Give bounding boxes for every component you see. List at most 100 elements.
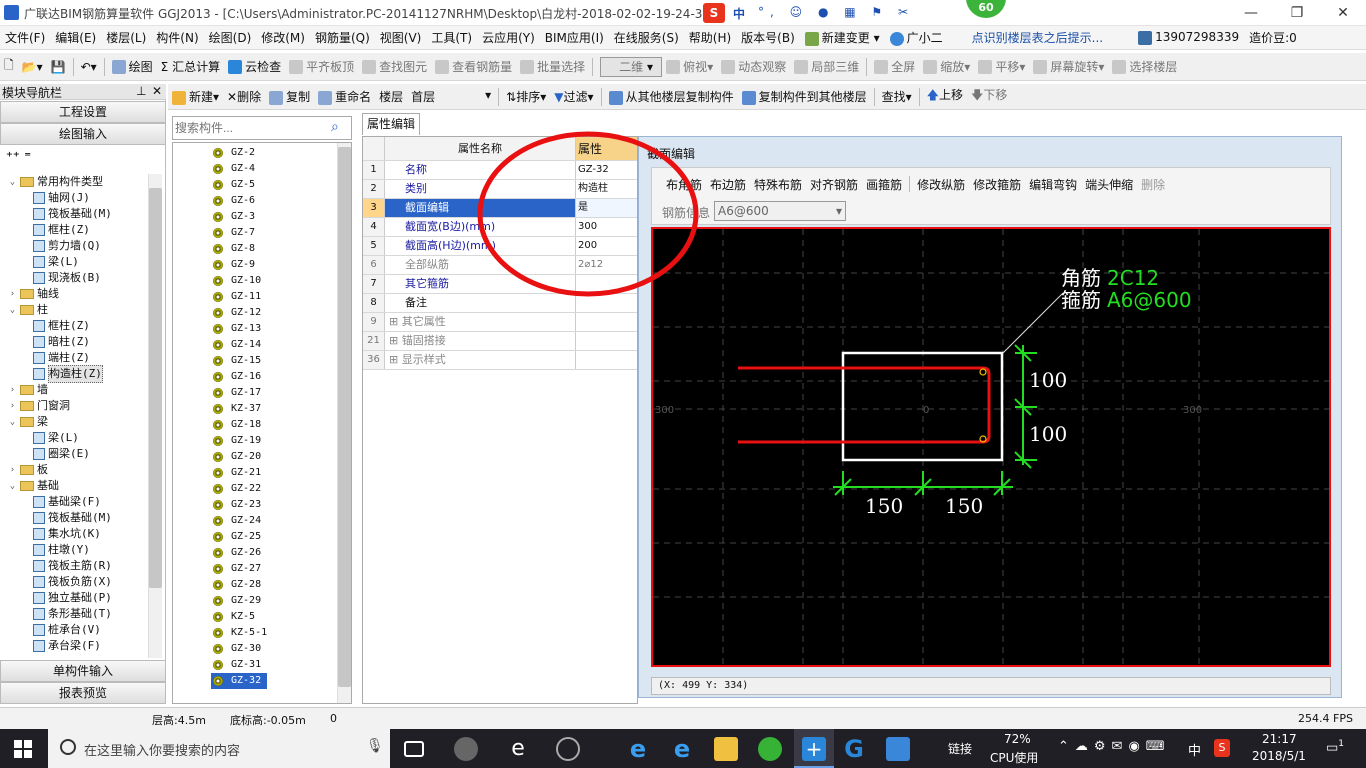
- copy-button[interactable]: 复制: [265, 88, 314, 105]
- app-box-icon[interactable]: [886, 737, 910, 761]
- search-input[interactable]: [175, 119, 325, 137]
- menu-help[interactable]: 帮助(H): [684, 29, 736, 46]
- tree-scrollbar[interactable]: [148, 174, 162, 658]
- tree-toggle-icon[interactable]: ›: [8, 462, 17, 478]
- list-item[interactable]: GZ-22: [173, 481, 351, 497]
- tree-item[interactable]: 梁(L): [0, 430, 150, 446]
- app-g-icon[interactable]: G: [842, 737, 866, 761]
- file-explorer-icon[interactable]: [714, 737, 738, 761]
- view-rebar-qty-button[interactable]: 查看钢筋量: [431, 58, 516, 75]
- tree-item[interactable]: 剪力墙(Q): [0, 238, 150, 254]
- tree-item[interactable]: 筏板基础(M): [0, 206, 150, 222]
- taskbar-search[interactable]: 在这里输入你要搜索的内容 🎙: [48, 729, 390, 768]
- move-down-button[interactable]: 🡇下移: [967, 86, 1011, 107]
- project-settings-button[interactable]: 工程设置: [0, 101, 166, 123]
- orbit-button[interactable]: 动态观察: [717, 58, 790, 75]
- list-scrollbar[interactable]: [337, 143, 351, 703]
- tree-toggle-icon[interactable]: ⌄: [8, 414, 17, 430]
- list-item[interactable]: GZ-3: [173, 209, 351, 225]
- list-item[interactable]: GZ-13: [173, 321, 351, 337]
- menu-component[interactable]: 构件(N): [151, 29, 203, 46]
- notification-icon[interactable]: ▭1: [1326, 739, 1344, 755]
- ggj-app-icon[interactable]: +: [794, 729, 834, 768]
- list-item[interactable]: GZ-32: [211, 673, 267, 689]
- new-component-button[interactable]: 新建▾: [168, 88, 223, 105]
- tree-item[interactable]: › 板: [0, 462, 150, 478]
- tree-item[interactable]: 构造柱(Z): [0, 365, 150, 383]
- tree-item[interactable]: 筏板基础(M): [0, 510, 150, 526]
- list-item[interactable]: GZ-15: [173, 353, 351, 369]
- view-mode-select[interactable]: 二维 ▾: [600, 56, 663, 77]
- minimize-button[interactable]: —: [1228, 2, 1274, 24]
- list-item[interactable]: GZ-29: [173, 593, 351, 609]
- report-preview-button[interactable]: 报表预览: [0, 682, 166, 704]
- browser-green-icon[interactable]: [758, 737, 782, 761]
- menu-cloud[interactable]: 云应用(Y): [477, 29, 540, 46]
- menu-file[interactable]: 文件(F): [0, 29, 50, 46]
- top-view-button[interactable]: 俯视 ▾: [662, 58, 717, 75]
- property-row[interactable]: 9 ⊞ 其它属性: [363, 313, 637, 332]
- tree-toggle-icon[interactable]: ⌄: [8, 302, 17, 318]
- tree-toggle-icon[interactable]: ⌄: [8, 174, 17, 190]
- list-item[interactable]: GZ-17: [173, 385, 351, 401]
- find-element-button[interactable]: 查找图元: [358, 58, 431, 75]
- tree-item[interactable]: 条形基础(T): [0, 606, 150, 622]
- tree-item[interactable]: › 轴线: [0, 286, 150, 302]
- cloud-check-button[interactable]: 云检查: [224, 58, 285, 75]
- menu-beans[interactable]: 造价豆:0: [1244, 29, 1302, 46]
- zoom-button[interactable]: 缩放 ▾: [919, 58, 974, 75]
- expand-plus-icon[interactable]: ⊞: [389, 315, 402, 328]
- list-item[interactable]: GZ-28: [173, 577, 351, 593]
- section-canvas[interactable]: 300 0 300 角筋2C12 箍筋A6@600 100 100 150: [651, 227, 1331, 667]
- tree-item[interactable]: 轴网(J): [0, 190, 150, 206]
- section-tool-button[interactable]: 删除: [1137, 176, 1169, 193]
- menu-user[interactable]: 13907298339: [1108, 30, 1244, 45]
- delete-button[interactable]: ✕删除: [223, 88, 265, 105]
- menu-bim[interactable]: BIM应用(I): [540, 29, 609, 46]
- section-tool-button[interactable]: 编辑弯钩: [1025, 176, 1081, 193]
- list-item[interactable]: GZ-21: [173, 465, 351, 481]
- menu-version[interactable]: 版本号(B): [736, 29, 800, 46]
- list-item[interactable]: GZ-4: [173, 161, 351, 177]
- close-button[interactable]: ✕: [1320, 2, 1366, 24]
- save-icon[interactable]: 💾: [47, 60, 70, 74]
- menu-tools[interactable]: 工具(T): [426, 29, 477, 46]
- menu-modify[interactable]: 修改(M): [256, 29, 310, 46]
- property-row[interactable]: 36 ⊞ 显示样式: [363, 351, 637, 370]
- section-tool-button[interactable]: 特殊布筋: [750, 176, 806, 193]
- list-item[interactable]: KZ-37: [173, 401, 351, 417]
- expand-plus-icon[interactable]: ⊞: [389, 334, 402, 347]
- tree-item[interactable]: 框柱(Z): [0, 222, 150, 238]
- tree-item[interactable]: 筏板负筋(X): [0, 574, 150, 590]
- ie-icon[interactable]: e: [670, 737, 694, 761]
- property-value[interactable]: [576, 332, 637, 350]
- app-fan-icon[interactable]: [454, 737, 478, 761]
- tree-expand-icon[interactable]: ⁺⁺ ⁼: [6, 150, 31, 165]
- pan-button[interactable]: 平移 ▾: [974, 58, 1029, 75]
- copy-from-floor-button[interactable]: 从其他楼层复制构件: [605, 88, 738, 105]
- section-tool-button[interactable]: 端头伸缩: [1081, 176, 1137, 193]
- tree-toggle-icon[interactable]: ›: [8, 286, 17, 302]
- ime-lang[interactable]: 中: [733, 5, 745, 22]
- tree-item[interactable]: 集水坑(K): [0, 526, 150, 542]
- edge-icon[interactable]: e: [506, 737, 530, 761]
- new-file-icon[interactable]: 🗋: [0, 56, 18, 77]
- ime-tools-icon[interactable]: °, ☺ ● ▦ ⚑ ✂: [758, 5, 914, 19]
- expand-plus-icon[interactable]: ⊞: [389, 353, 402, 366]
- draw-input-button[interactable]: 绘图输入: [0, 123, 166, 145]
- tab-property-edit[interactable]: 属性编辑: [362, 113, 420, 135]
- tree-item[interactable]: 梁(L): [0, 254, 150, 270]
- close-icon[interactable]: ✕: [152, 84, 162, 98]
- tree-item[interactable]: 承台梁(F): [0, 638, 150, 654]
- section-tool-button[interactable]: 修改纵筋: [913, 176, 969, 193]
- maximize-button[interactable]: ❐: [1274, 2, 1320, 24]
- tree-item[interactable]: › 门窗洞: [0, 398, 150, 414]
- pin-icon[interactable]: ⊥: [136, 84, 146, 98]
- list-item[interactable]: GZ-2: [173, 145, 351, 161]
- local-3d-button[interactable]: 局部三维: [790, 58, 863, 75]
- tree-item[interactable]: 框柱(Z): [0, 318, 150, 334]
- list-item[interactable]: GZ-11: [173, 289, 351, 305]
- rebar-info-select[interactable]: A6@600 ▾: [714, 201, 846, 221]
- tree-item[interactable]: 筏板主筋(R): [0, 558, 150, 574]
- list-item[interactable]: GZ-12: [173, 305, 351, 321]
